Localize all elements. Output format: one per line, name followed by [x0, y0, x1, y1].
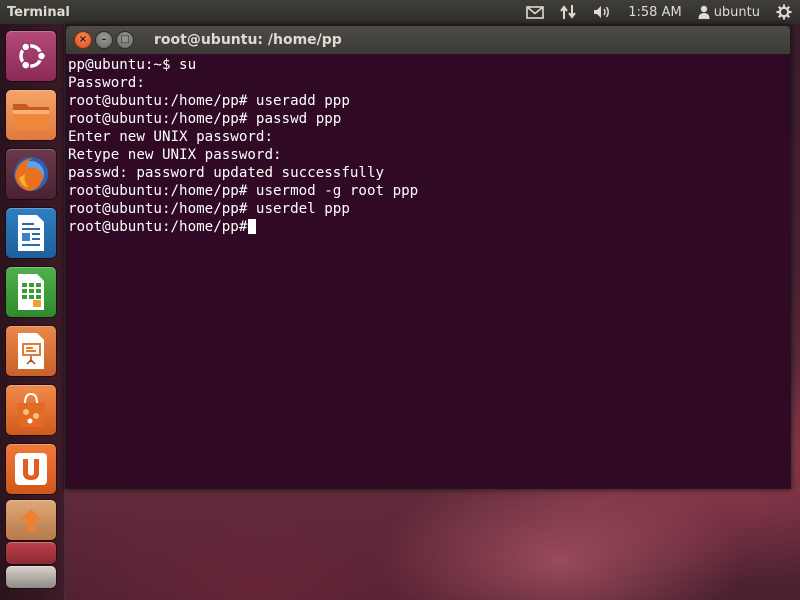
update-icon[interactable]: [6, 500, 56, 540]
terminal-line: Enter new UNIX password:: [68, 129, 273, 145]
volume-icon[interactable]: [584, 0, 620, 24]
ubuntu-one-icon[interactable]: [6, 444, 56, 494]
terminal-output[interactable]: pp@ubuntu:~$ su Password: root@ubuntu:/h…: [66, 54, 790, 488]
terminal-prompt: root@ubuntu:/home/pp#: [68, 219, 248, 235]
clock[interactable]: 1:58 AM: [620, 0, 689, 24]
terminal-line: Retype new UNIX password:: [68, 147, 282, 163]
terminal-line: root@ubuntu:/home/pp# usermod -g root pp…: [68, 183, 419, 199]
document-icon[interactable]: [6, 208, 56, 258]
active-app-title: Terminal: [7, 4, 70, 20]
indicator-area: 1:58 AM ubuntu: [518, 0, 800, 24]
power-gear-icon[interactable]: [768, 0, 800, 24]
terminal-prompt-line: root@ubuntu:/home/pp#: [68, 218, 790, 236]
presentation-icon[interactable]: [6, 326, 56, 376]
top-panel: Terminal 1:58 AM ubuntu: [0, 0, 800, 24]
ubuntu-logo-icon[interactable]: [6, 31, 56, 81]
user-menu[interactable]: ubuntu: [690, 0, 768, 24]
close-button[interactable]: ×: [74, 31, 92, 49]
minimize-button[interactable]: –: [95, 31, 113, 49]
launcher: [0, 24, 65, 600]
window-controls: × – □: [66, 31, 134, 49]
terminal-line: root@ubuntu:/home/pp# passwd ppp: [68, 111, 342, 127]
terminal-line: passwd: password updated successfully: [68, 165, 385, 181]
user-icon: [698, 5, 710, 19]
folder-icon[interactable]: [6, 90, 56, 140]
user-name: ubuntu: [713, 4, 760, 20]
window-titlebar[interactable]: × – □ root@ubuntu: /home/pp: [66, 26, 790, 54]
network-icon[interactable]: [552, 0, 584, 24]
terminal-line: root@ubuntu:/home/pp# userdel ppp: [68, 201, 350, 217]
window-title: root@ubuntu: /home/pp: [154, 32, 342, 48]
terminal-line: Password:: [68, 75, 145, 91]
terminal-line: pp@ubuntu:~$ su: [68, 57, 197, 73]
terminal-line: root@ubuntu:/home/pp# useradd ppp: [68, 93, 350, 109]
firefox-icon[interactable]: [6, 149, 56, 199]
terminal-window: × – □ root@ubuntu: /home/pp pp@ubuntu:~$…: [65, 25, 791, 489]
terminal-cursor: [248, 219, 257, 234]
maximize-button[interactable]: □: [116, 31, 134, 49]
spreadsheet-icon[interactable]: [6, 267, 56, 317]
mail-icon[interactable]: [518, 0, 552, 24]
shopping-bag-icon[interactable]: [6, 385, 56, 435]
trash-icon[interactable]: [6, 566, 56, 588]
clock-time: 1:58 AM: [628, 4, 682, 20]
workspace-icon[interactable]: [6, 542, 56, 564]
